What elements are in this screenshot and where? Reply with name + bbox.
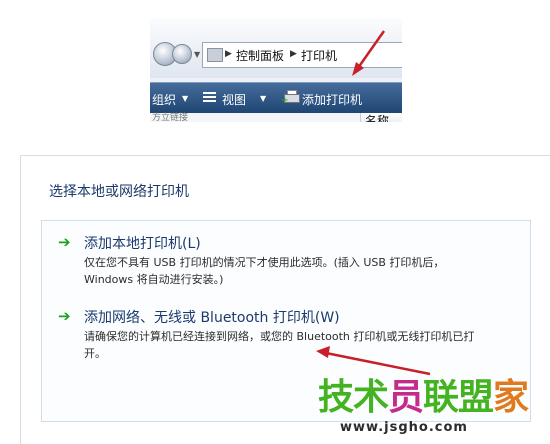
add-network-printer-option[interactable]: 添加网络、无线或 Bluetooth 打印机(W)	[84, 307, 340, 327]
address-bar-area: ▼ ▶ 控制面板 ▶ 打印机	[150, 18, 402, 78]
add-printer-button[interactable]: 添加打印机	[302, 91, 362, 108]
address-field[interactable]: ▶ 控制面板 ▶ 打印机	[202, 42, 402, 68]
name-column-header[interactable]: 名称	[360, 113, 401, 122]
command-bar: 组织 ▼ 视图 ▼ + 添加打印机	[150, 82, 402, 113]
view-button[interactable]: 视图	[222, 91, 246, 108]
watermark-logo: 技术员联盟家	[318, 377, 529, 418]
green-arrow-icon[interactable]: ➔	[58, 233, 71, 251]
folder-icon	[207, 48, 223, 62]
explorer-window-crop: ▼ ▶ 控制面板 ▶ 打印机 组织 ▼ 视图 ▼ + 添加打印机 方立链接 名称	[150, 18, 402, 122]
name-column-label: 名称	[365, 114, 390, 122]
watermark-logo-part2: 员	[388, 377, 424, 418]
network-desc-line-2: 开。	[84, 347, 106, 360]
wizard-title: 选择本地或网络打印机	[49, 184, 189, 200]
organize-button[interactable]: 组织	[152, 91, 176, 108]
local-printer-description: 仅在您不具有 USB 打印机的情况下才使用此选项。(插入 USB 打印机后， W…	[84, 254, 524, 288]
watermark-url: www.jsgho.com	[340, 420, 468, 435]
breadcrumb-separator-icon: ▶	[290, 49, 297, 59]
add-printer-icon[interactable]: +	[281, 90, 300, 106]
breadcrumb-separator-icon: ▶	[225, 49, 232, 59]
chevron-down-icon[interactable]: ▼	[194, 50, 200, 59]
watermark-logo-part3: 联盟	[423, 377, 494, 418]
watermark-logo-part1: 技术	[318, 377, 389, 418]
network-desc-line-1: 请确保您的计算机已经连接到网络，或您的 Bluetooth 打印机或无线打印机已…	[84, 330, 475, 343]
faded-nav-text: 方立链接	[152, 113, 189, 122]
watermark-logo-part4: 家	[493, 377, 529, 418]
organize-caret-icon[interactable]: ▼	[182, 94, 188, 103]
local-desc-line-1: 仅在您不具有 USB 打印机的情况下才使用此选项。(插入 USB 打印机后，	[84, 256, 445, 269]
add-local-printer-option[interactable]: 添加本地打印机(L)	[84, 233, 201, 253]
breadcrumb-printers[interactable]: 打印机	[301, 47, 337, 64]
green-arrow-icon[interactable]: ➔	[58, 307, 71, 325]
forward-button[interactable]	[172, 44, 192, 64]
breadcrumb-control-panel[interactable]: 控制面板	[236, 47, 284, 64]
network-printer-description: 请确保您的计算机已经连接到网络，或您的 Bluetooth 打印机或无线打印机已…	[84, 328, 524, 362]
view-icon[interactable]	[203, 91, 216, 104]
view-caret-icon[interactable]: ▼	[260, 94, 266, 103]
local-desc-line-2: Windows 将自动进行安装。)	[84, 273, 224, 286]
